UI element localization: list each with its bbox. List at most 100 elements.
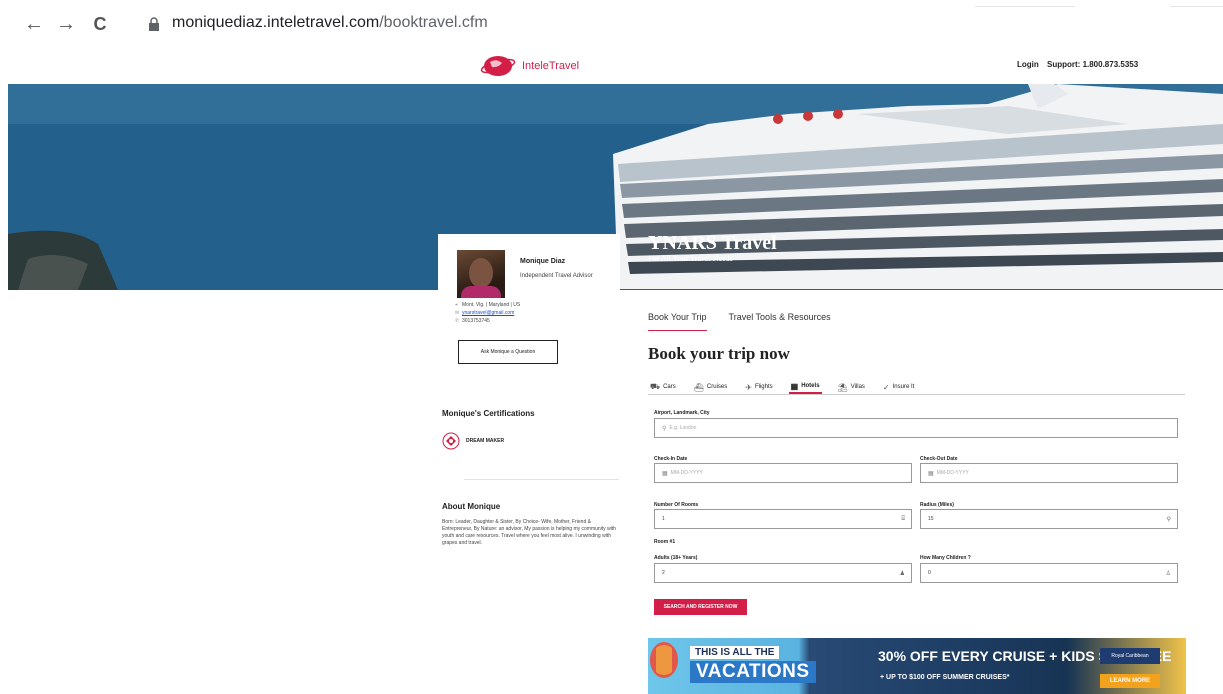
radius-label: Radius (Miles) bbox=[920, 502, 954, 508]
search-register-button[interactable]: SEARCH AND REGISTER NOW bbox=[654, 599, 747, 615]
section-divider bbox=[464, 479, 619, 480]
tab-flights[interactable]: ✈ Flights bbox=[743, 380, 774, 394]
support-phone: Support: 1.800.873.5353 bbox=[1047, 60, 1139, 69]
hotel-icon: ▦ bbox=[790, 381, 799, 391]
ask-question-button[interactable]: Ask Monique a Question bbox=[458, 340, 558, 364]
map-pin-icon: ⚲ bbox=[662, 425, 667, 432]
agent-phone: 3013753745 bbox=[462, 318, 490, 324]
phone-icon: ✆ bbox=[455, 318, 460, 324]
tab-strip-line bbox=[975, 6, 1075, 7]
balloon-icon bbox=[650, 642, 678, 678]
location-row: ⌖ Mont. Vlg. | Maryland | US bbox=[455, 302, 520, 308]
rooms-input[interactable]: 1 ⌸ bbox=[654, 509, 912, 529]
header-links: Login Support: 1.800.873.5353 bbox=[1017, 60, 1144, 69]
tab-label: Villas bbox=[850, 384, 865, 390]
avatar bbox=[457, 250, 505, 298]
tab-label: Cruises bbox=[706, 384, 728, 390]
checkin-placeholder: MM-DD-YYYY bbox=[670, 470, 703, 476]
children-input[interactable]: 0 ♙ bbox=[920, 563, 1178, 583]
adults-input[interactable]: 2 ♟ bbox=[654, 563, 912, 583]
certifications-title: Monique's Certifications bbox=[442, 409, 535, 418]
ship-icon: ⛴ bbox=[693, 382, 704, 392]
site-header: InteleTravel Login Support: 1.800.873.53… bbox=[0, 48, 1223, 84]
main-tabs: Book Your Trip Travel Tools & Resources bbox=[648, 312, 831, 331]
logo-text: InteleTravel bbox=[522, 60, 580, 72]
car-icon: ⛟ bbox=[650, 382, 661, 391]
adults-label: Adults (18+ Years) bbox=[654, 555, 698, 561]
check-icon: ✓ bbox=[882, 382, 890, 392]
about-text: Born: Leader, Daughter & Sister, By Choi… bbox=[442, 519, 616, 546]
back-icon[interactable]: ← bbox=[22, 12, 46, 36]
forward-icon[interactable]: → bbox=[54, 12, 78, 36]
destination-placeholder: E.g. London bbox=[669, 425, 697, 431]
url-path: /booktravel.cfm bbox=[379, 14, 488, 31]
user-add-icon: ♟ bbox=[899, 571, 905, 577]
agency-name: YNARS Travel bbox=[648, 232, 777, 254]
umbrella-icon: ⛱ bbox=[837, 382, 848, 392]
address-bar[interactable]: moniquediaz.inteletravel.com/booktravel.… bbox=[172, 14, 488, 32]
certification-name: DREAM MAKER bbox=[466, 438, 505, 444]
about-title: About Monique bbox=[442, 502, 501, 511]
checkout-label: Check-Out Date bbox=[920, 456, 958, 462]
radius-input[interactable]: 15 ⚲ bbox=[920, 509, 1178, 529]
phone-row: ✆ 3013753745 bbox=[455, 318, 490, 324]
agent-role: Independent Travel Advisor bbox=[520, 273, 593, 279]
agent-profile-card: Monique Diaz Independent Travel Advisor … bbox=[438, 234, 620, 380]
login-link[interactable]: Login bbox=[1017, 60, 1039, 69]
location-icon: ⌖ bbox=[455, 302, 458, 308]
agent-name: Monique Diaz bbox=[520, 258, 566, 265]
rooms-value: 1 bbox=[662, 516, 665, 522]
radius-value: 15 bbox=[928, 516, 934, 522]
children-label: How Many Children ? bbox=[920, 555, 971, 561]
page-title: Book your trip now bbox=[648, 344, 790, 363]
learn-more-button[interactable]: LEARN MORE bbox=[1100, 674, 1160, 688]
mail-icon: ✉ bbox=[455, 310, 460, 316]
tab-label: Cars bbox=[663, 384, 676, 390]
royal-caribbean-logo: Royal Caribbean bbox=[1100, 648, 1160, 664]
checkin-date-input[interactable]: ▦ MM-DD-YYYY bbox=[654, 463, 912, 483]
dream-maker-badge-icon bbox=[442, 432, 460, 450]
url-domain: moniquediaz.inteletravel.com bbox=[172, 14, 380, 31]
tab-travel-tools[interactable]: Travel Tools & Resources bbox=[729, 312, 831, 331]
banner-line1: THIS IS ALL THE bbox=[690, 646, 780, 659]
agency-tagline: For All Your Travel Needs bbox=[648, 254, 733, 263]
browser-toolbar: ← → C moniquediaz.inteletravel.com/bookt… bbox=[0, 0, 1223, 48]
banner-sub: + UP TO $100 OFF SUMMER CRUISES* bbox=[880, 674, 1010, 681]
bed-icon: ⌸ bbox=[901, 516, 905, 522]
child-icon: ♙ bbox=[1165, 571, 1171, 577]
tab-hotels[interactable]: ▦ Hotels bbox=[788, 380, 822, 394]
room-heading: Room #1 bbox=[654, 539, 676, 545]
tab-strip-line bbox=[1170, 6, 1223, 7]
calendar-icon: ▦ bbox=[928, 470, 934, 477]
tab-insure-it[interactable]: ✓ Insure It bbox=[881, 380, 916, 394]
tab-label: Insure It bbox=[892, 384, 915, 390]
banner-line2: VACATIONS bbox=[690, 661, 816, 683]
inteletravel-logo[interactable]: InteleTravel bbox=[480, 52, 579, 80]
checkout-placeholder: MM-DD-YYYY bbox=[936, 470, 969, 476]
tab-cruises[interactable]: ⛴ Cruises bbox=[692, 380, 730, 394]
certification-item: DREAM MAKER bbox=[442, 432, 504, 450]
map-pin-icon: ⚲ bbox=[1166, 517, 1171, 523]
plane-icon: ✈ bbox=[745, 382, 752, 392]
agent-email-link[interactable]: ynarstravel@gmail.com bbox=[462, 310, 514, 316]
tab-villas[interactable]: ⛱ Villas bbox=[836, 380, 867, 394]
tab-cars[interactable]: ⛟ Cars bbox=[648, 380, 678, 394]
lock-icon bbox=[149, 17, 159, 31]
destination-label: Airport, Landmark, City bbox=[654, 410, 710, 416]
tab-label: Hotels bbox=[801, 383, 820, 389]
calendar-icon: ▦ bbox=[662, 470, 668, 477]
checkout-date-input[interactable]: ▦ MM-DD-YYYY bbox=[920, 463, 1178, 483]
destination-input[interactable]: ⚲ E.g. London bbox=[654, 418, 1178, 438]
reload-icon[interactable]: C bbox=[88, 12, 112, 36]
adults-value: 2 bbox=[662, 570, 665, 576]
tab-book-your-trip[interactable]: Book Your Trip bbox=[648, 312, 707, 331]
globe-logo-icon bbox=[480, 56, 516, 76]
agent-location: Mont. Vlg. | Maryland | US bbox=[462, 302, 521, 308]
children-value: 0 bbox=[928, 570, 931, 576]
email-row: ✉ ynarstravel@gmail.com bbox=[455, 310, 514, 316]
tab-label: Flights bbox=[754, 384, 773, 390]
checkin-label: Check-In Date bbox=[654, 456, 688, 462]
product-tabs: ⛟ Cars ⛴ Cruises ✈ Flights ▦ Hotels ⛱ Vi… bbox=[648, 380, 1185, 395]
promo-banner[interactable]: THIS IS ALL THE VACATIONS 30% OFF EVERY … bbox=[648, 638, 1186, 694]
rooms-label: Number Of Rooms bbox=[654, 502, 699, 508]
